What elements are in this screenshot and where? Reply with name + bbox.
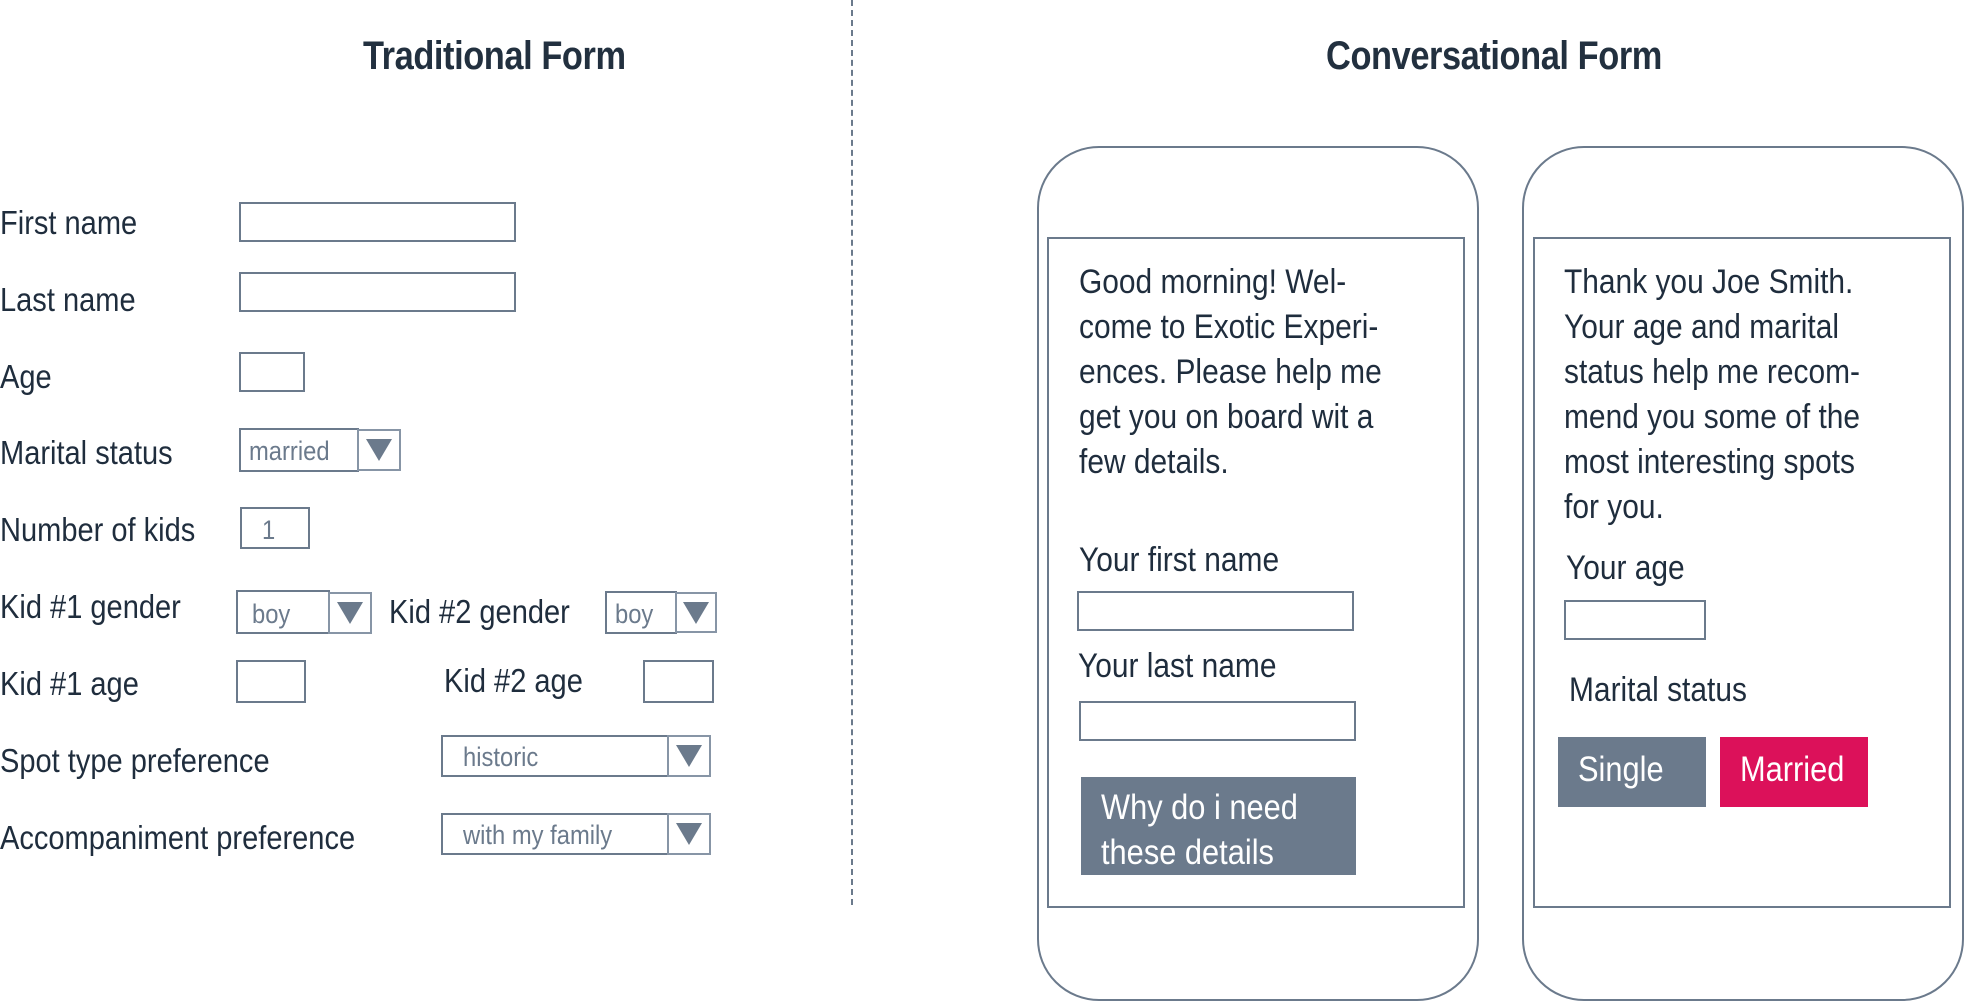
- section-divider: [851, 0, 853, 905]
- kid1-age-input[interactable]: [236, 660, 306, 703]
- traditional-form-title: Traditional Form: [363, 34, 626, 78]
- marital-status-dropdown-button[interactable]: [357, 429, 401, 471]
- kid2-gender-select[interactable]: boy: [605, 591, 717, 634]
- your-first-name-input[interactable]: [1077, 591, 1354, 631]
- your-age-label: Your age: [1566, 549, 1685, 587]
- accompaniment-value-box[interactable]: with my family: [441, 813, 669, 855]
- kid2-gender-label: Kid #2 gender: [389, 593, 570, 630]
- marital-status-value: married: [249, 436, 330, 466]
- why-details-button[interactable]: Why do i need these details: [1081, 777, 1356, 875]
- kid1-gender-dropdown-button[interactable]: [328, 592, 372, 634]
- triangle-down-icon: [337, 602, 363, 624]
- kid1-age-label: Kid #1 age: [0, 665, 139, 702]
- single-option-label: Single: [1578, 750, 1664, 789]
- your-age-input[interactable]: [1564, 600, 1706, 640]
- first-name-label: First name: [0, 204, 138, 241]
- kid1-gender-value: boy: [252, 599, 291, 629]
- accompaniment-select[interactable]: with my family: [441, 813, 711, 855]
- spot-type-dropdown-button[interactable]: [667, 735, 711, 777]
- married-option-button[interactable]: Married: [1720, 737, 1868, 807]
- spot-type-select[interactable]: historic: [441, 735, 711, 777]
- thank-you-message: Thank you Joe Smith. Your age and marita…: [1564, 263, 1861, 526]
- your-last-name-input[interactable]: [1079, 701, 1356, 741]
- kid2-gender-dropdown-button[interactable]: [675, 592, 717, 633]
- first-name-input[interactable]: [239, 202, 516, 242]
- your-last-name-label: Your last name: [1078, 647, 1277, 685]
- welcome-message: Good morning! Wel- come to Exotic Experi…: [1079, 263, 1382, 481]
- spot-type-value-box[interactable]: historic: [441, 735, 669, 777]
- spot-type-value: historic: [463, 742, 539, 772]
- number-of-kids-label: Number of kids: [0, 511, 196, 548]
- kid1-gender-select[interactable]: boy: [236, 590, 372, 634]
- marital-status-select[interactable]: married: [239, 428, 401, 472]
- last-name-label: Last name: [0, 281, 136, 318]
- triangle-down-icon: [676, 823, 702, 845]
- kid2-age-input[interactable]: [643, 660, 714, 703]
- why-details-button-label: Why do i need these details: [1101, 788, 1298, 872]
- last-name-input[interactable]: [239, 272, 516, 312]
- conversational-form-title: Conversational Form: [1326, 34, 1662, 78]
- single-option-button[interactable]: Single: [1558, 737, 1706, 807]
- marital-status-label: Marital status: [0, 434, 173, 471]
- number-of-kids-value: 1: [262, 515, 276, 545]
- marital-status-prompt: Marital status: [1569, 671, 1747, 709]
- age-label: Age: [0, 358, 52, 395]
- your-first-name-label: Your first name: [1079, 541, 1280, 579]
- marital-status-value-box[interactable]: married: [239, 428, 359, 472]
- spot-type-label: Spot type preference: [0, 742, 270, 779]
- kid2-gender-value-box[interactable]: boy: [605, 591, 677, 634]
- triangle-down-icon: [676, 745, 702, 767]
- kid1-gender-value-box[interactable]: boy: [236, 590, 330, 634]
- triangle-down-icon: [683, 601, 709, 624]
- accompaniment-value: with my family: [463, 820, 613, 850]
- kid2-gender-value: boy: [615, 599, 654, 629]
- accompaniment-dropdown-button[interactable]: [667, 813, 711, 855]
- accompaniment-label: Accompaniment preference: [0, 819, 356, 856]
- number-of-kids-input[interactable]: 1: [240, 507, 310, 549]
- triangle-down-icon: [366, 439, 392, 461]
- kid1-gender-label: Kid #1 gender: [0, 588, 181, 625]
- married-option-label: Married: [1740, 750, 1845, 789]
- kid2-age-label: Kid #2 age: [444, 662, 583, 699]
- age-input[interactable]: [239, 352, 305, 392]
